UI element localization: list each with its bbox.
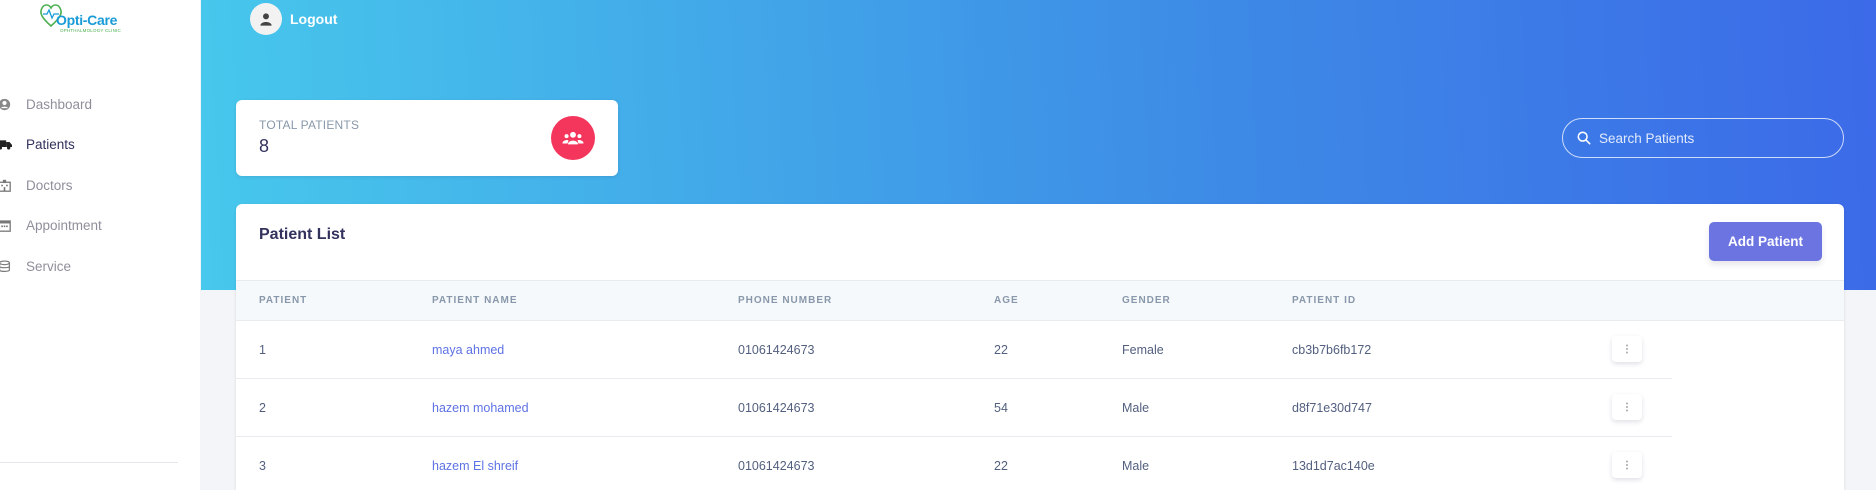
users-icon [551, 116, 595, 160]
stat-title: TOTAL PATIENTS [259, 118, 360, 132]
calendar-icon [0, 218, 12, 234]
sidebar: Opti-Care OPHTHALMOLOGY CLINIC Dashboard… [0, 0, 200, 490]
table-row: 3 hazem El shreif 01061424673 22 Male 13… [236, 437, 1672, 490]
logout-button[interactable]: Logout [250, 3, 337, 35]
logo[interactable]: Opti-Care OPHTHALMOLOGY CLINIC [38, 0, 138, 38]
sidebar-divider [0, 462, 178, 463]
sidebar-item-service[interactable]: Service [0, 246, 200, 287]
hospital-icon [0, 177, 12, 193]
patient-gender: Female [1122, 343, 1164, 357]
patient-name-link[interactable]: hazem El shreif [432, 459, 518, 473]
search-input[interactable] [1599, 130, 1829, 146]
user-avatar-icon [250, 3, 282, 35]
total-patients-card: TOTAL PATIENTS 8 [236, 100, 618, 176]
column-header: PHONE NUMBER [738, 295, 833, 306]
sidebar-item-label: Appointment [26, 218, 102, 234]
table-row: 1 maya ahmed 01061424673 22 Female cb3b7… [236, 321, 1672, 379]
patient-number: 3 [259, 459, 266, 473]
table-row: 2 hazem mohamed 01061424673 54 Male d8f7… [236, 379, 1672, 437]
kebab-menu-icon [1626, 344, 1628, 354]
patient-id: cb3b7b6fb172 [1292, 343, 1372, 357]
patient-age: 22 [994, 459, 1008, 473]
logo-name: Opti-Care [56, 12, 118, 28]
sidebar-nav: Dashboard Patients Doctors Appointment S… [0, 84, 200, 287]
column-header: PATIENT NAME [432, 295, 518, 306]
patient-gender: Male [1122, 459, 1150, 473]
add-patient-button[interactable]: Add Patient [1709, 222, 1822, 261]
database-icon [0, 258, 12, 274]
column-header: PATIENT [259, 295, 308, 306]
search-icon [1577, 131, 1591, 145]
sidebar-item-appointment[interactable]: Appointment [0, 206, 200, 247]
phone-number: 01061424673 [738, 459, 815, 473]
sidebar-item-label: Doctors [26, 177, 73, 193]
phone-number: 01061424673 [738, 401, 815, 415]
ambulance-icon [0, 137, 12, 153]
stat-value: 8 [259, 136, 270, 156]
sidebar-item-label: Patients [26, 137, 75, 153]
sidebar-item-doctors[interactable]: Doctors [0, 165, 200, 206]
patient-gender: Male [1122, 401, 1150, 415]
patient-id: d8f71e30d747 [1292, 401, 1372, 415]
phone-number: 01061424673 [738, 343, 815, 357]
sidebar-item-dashboard[interactable]: Dashboard [0, 84, 200, 125]
column-header: PATIENT ID [1292, 295, 1357, 306]
sidebar-item-label: Service [26, 258, 72, 274]
patient-name-link[interactable]: maya ahmed [432, 343, 504, 357]
patient-number: 2 [259, 401, 266, 415]
kebab-menu-icon [1626, 460, 1628, 470]
row-actions-button[interactable] [1612, 394, 1642, 420]
sidebar-item-label: Dashboard [26, 96, 93, 112]
logo-subtitle: OPHTHALMOLOGY CLINIC [60, 28, 121, 33]
row-actions-button[interactable] [1612, 336, 1642, 362]
column-header: GENDER [1122, 295, 1171, 306]
logout-label: Logout [290, 11, 338, 27]
patient-name-link[interactable]: hazem mohamed [432, 401, 529, 415]
table-header: PATIENT PATIENT NAME PHONE NUMBER AGE GE… [236, 280, 1844, 321]
kebab-menu-icon [1626, 402, 1628, 412]
search-box[interactable] [1562, 118, 1844, 158]
sidebar-item-patients[interactable]: Patients [0, 125, 200, 166]
patient-number: 1 [259, 343, 266, 357]
row-actions-button[interactable] [1612, 452, 1642, 478]
column-header: AGE [994, 295, 1019, 306]
user-circle-icon [0, 96, 12, 112]
patient-age: 54 [994, 401, 1008, 415]
patient-list-title: Patient List [259, 226, 346, 243]
patient-id: 13d1d7ac140e [1292, 459, 1375, 473]
patient-list-card: Patient List Add Patient PATIENT PATIENT… [236, 204, 1844, 490]
patient-age: 22 [994, 343, 1008, 357]
